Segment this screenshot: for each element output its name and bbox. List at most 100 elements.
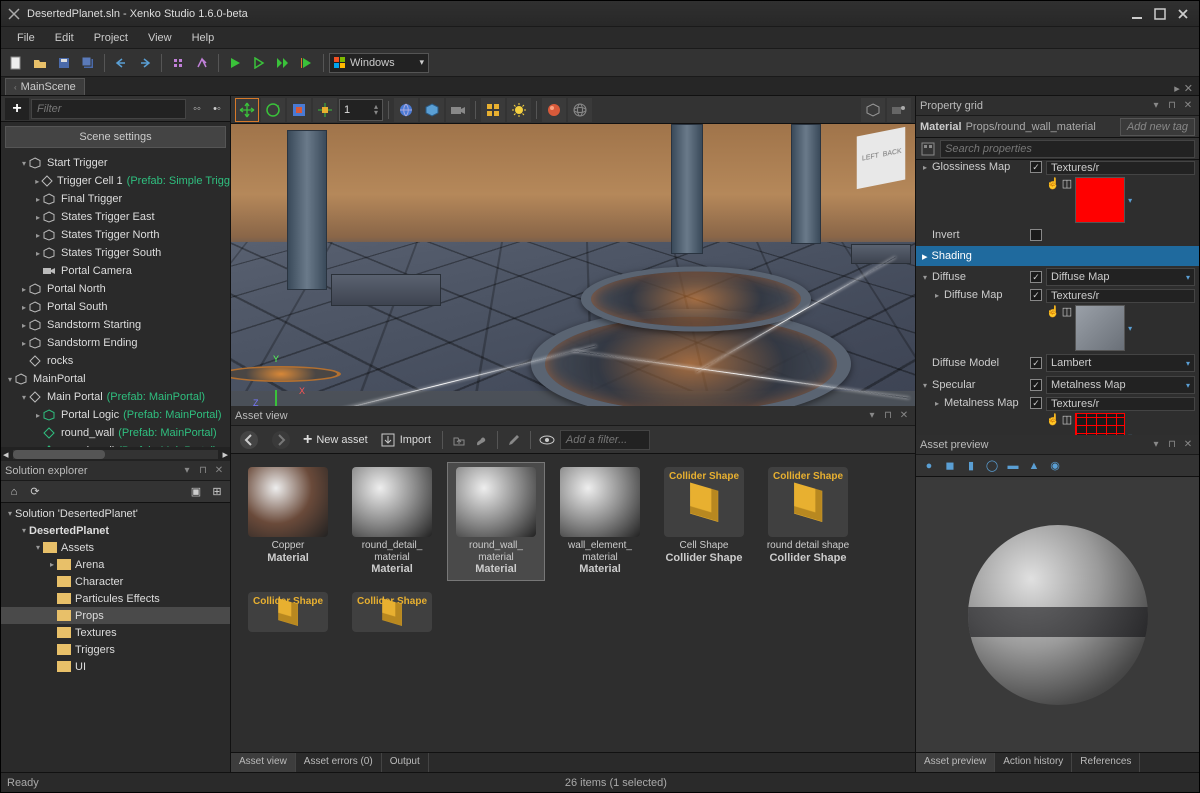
solution-explorer-tree[interactable]: ▾Solution 'DesertedPlanet'▾DesertedPlane… xyxy=(1,503,230,772)
scene-tab[interactable]: ‹ MainScene xyxy=(5,78,85,95)
solution-explorer-item[interactable]: ▾DesertedPlanet xyxy=(1,522,230,539)
solution-explorer-item[interactable]: ▸Arena xyxy=(1,556,230,573)
tab-overflow-icon[interactable]: ▸ xyxy=(1174,82,1180,95)
expand-all-icon[interactable]: ◦◦ xyxy=(188,100,206,118)
collapse-all-icon[interactable]: •◦ xyxy=(208,100,226,118)
hierarchy-item[interactable]: ▸States Trigger North xyxy=(1,226,230,244)
asset-item[interactable]: Collider Shape xyxy=(239,587,337,637)
asset-filter-input[interactable]: Add a filter... xyxy=(560,430,650,450)
rotate-gizmo-icon[interactable] xyxy=(261,98,285,122)
diffuse-swatch[interactable] xyxy=(1075,305,1125,351)
panel-pin-icon[interactable]: ⊓ xyxy=(1165,438,1179,452)
prop-specular-check[interactable]: ✓ xyxy=(1030,379,1042,391)
translate-gizmo-icon[interactable] xyxy=(235,98,259,122)
undo-icon[interactable] xyxy=(110,52,132,74)
solution-explorer-item[interactable]: ▾Assets xyxy=(1,539,230,556)
glossiness-swatch[interactable] xyxy=(1075,177,1125,223)
hierarchy-tree[interactable]: ▾Start Trigger▸Trigger Cell 1(Prefab: Si… xyxy=(1,152,230,447)
asset-back-button[interactable] xyxy=(235,429,263,451)
minimize-button[interactable] xyxy=(1127,6,1147,22)
tab-action-history[interactable]: Action history xyxy=(995,753,1072,772)
add-entity-button[interactable]: + xyxy=(5,98,29,120)
hierarchy-item[interactable]: Portal Camera xyxy=(1,262,230,280)
tab-asset-errors[interactable]: Asset errors (0) xyxy=(296,753,382,772)
preview-cylinder-icon[interactable]: ▮ xyxy=(962,457,980,475)
prop-diffusemap-check[interactable]: ✓ xyxy=(1030,289,1042,301)
scale-gizmo-icon[interactable] xyxy=(287,98,311,122)
prop-metalness-check[interactable]: ✓ xyxy=(1030,397,1042,409)
hand-icon[interactable]: ☝ xyxy=(1046,305,1060,318)
orientation-cube[interactable]: LEFT BACK xyxy=(857,127,905,189)
grid-icon[interactable] xyxy=(481,98,505,122)
preview-torus-icon[interactable]: ◯ xyxy=(983,457,1001,475)
asset-folder-up-icon[interactable] xyxy=(450,431,468,449)
panel-dropdown-icon[interactable]: ▾ xyxy=(180,464,194,478)
se-home-icon[interactable]: ⌂ xyxy=(5,483,23,501)
eraser-icon[interactable]: ◫ xyxy=(1062,177,1072,190)
play-live-icon[interactable] xyxy=(296,52,318,74)
asset-item[interactable]: CopperMaterial xyxy=(239,462,337,581)
tab-asset-preview[interactable]: Asset preview xyxy=(916,753,995,772)
platform-select[interactable]: Windows ▾ xyxy=(329,53,429,73)
play-icon[interactable] xyxy=(224,52,246,74)
panel-dropdown-icon[interactable]: ▾ xyxy=(1149,99,1163,113)
property-search-input[interactable]: Search properties xyxy=(940,140,1195,158)
asset-forward-button[interactable] xyxy=(267,429,295,451)
hierarchy-filter-input[interactable]: Filter xyxy=(31,99,186,119)
snap-icon[interactable] xyxy=(313,98,337,122)
fast-forward-icon[interactable] xyxy=(272,52,294,74)
prop-diffusemap-value[interactable]: Textures/r xyxy=(1046,289,1195,303)
asset-paint-icon[interactable] xyxy=(472,431,490,449)
hierarchy-item[interactable]: ▸Trigger Cell 1(Prefab: Simple Trigg xyxy=(1,172,230,190)
preview-plane-icon[interactable]: ▬ xyxy=(1004,457,1022,475)
shading-section-header[interactable]: ▸Shading xyxy=(916,246,1199,266)
redo-icon[interactable] xyxy=(134,52,156,74)
solution-explorer-item[interactable]: UI xyxy=(1,658,230,675)
tab-asset-view[interactable]: Asset view xyxy=(231,753,296,772)
solution-explorer-item[interactable]: Particules Effects xyxy=(1,590,230,607)
hierarchy-item[interactable]: ▾Main Portal(Prefab: MainPortal) xyxy=(1,388,230,406)
metalness-swatch[interactable] xyxy=(1075,413,1125,435)
wireframe-icon[interactable] xyxy=(568,98,592,122)
property-category-icon[interactable] xyxy=(920,141,936,157)
preview-teapot-icon[interactable]: ◉ xyxy=(1046,457,1064,475)
play-no-debug-icon[interactable] xyxy=(248,52,270,74)
hierarchy-item[interactable]: ▸Portal Logic(Prefab: MainPortal) xyxy=(1,406,230,424)
asset-item[interactable]: Collider Shape xyxy=(343,587,441,637)
hierarchy-item[interactable]: ▸Sandstorm Starting xyxy=(1,316,230,334)
prop-glossiness-check[interactable]: ✓ xyxy=(1030,161,1042,173)
new-asset-button[interactable]: +New asset xyxy=(299,429,372,451)
menu-file[interactable]: File xyxy=(7,30,45,46)
prop-diffusemodel-check[interactable]: ✓ xyxy=(1030,357,1042,369)
hierarchy-item[interactable]: ▸States Trigger East xyxy=(1,208,230,226)
hierarchy-item[interactable]: ▸Portal South xyxy=(1,298,230,316)
camera-preview-icon[interactable] xyxy=(887,98,911,122)
camera-world-icon[interactable] xyxy=(394,98,418,122)
panel-dropdown-icon[interactable]: ▾ xyxy=(1149,438,1163,452)
hierarchy-item[interactable]: ▸Portal North xyxy=(1,280,230,298)
add-tag-button[interactable]: Add new tag xyxy=(1120,118,1195,136)
tab-output[interactable]: Output xyxy=(382,753,429,772)
prop-metalness-value[interactable]: Textures/r xyxy=(1046,397,1195,411)
prop-glossiness-value[interactable]: Textures/r xyxy=(1046,161,1195,175)
panel-close-icon[interactable]: ✕ xyxy=(897,409,911,423)
prop-diffuse-value[interactable]: Diffuse Map▾ xyxy=(1046,268,1195,286)
scene-viewport[interactable]: Y X Z LEFT BACK xyxy=(231,124,915,406)
chevron-down-icon[interactable]: ▾ xyxy=(1128,196,1132,205)
render-mode-icon[interactable] xyxy=(420,98,444,122)
hierarchy-h-scrollbar[interactable]: ◂▸ xyxy=(1,447,230,461)
solution-explorer-item[interactable]: Props xyxy=(1,607,230,624)
chevron-down-icon[interactable]: ▾ xyxy=(1128,324,1132,333)
menu-project[interactable]: Project xyxy=(84,30,138,46)
hierarchy-item[interactable]: ▾Start Trigger xyxy=(1,154,230,172)
scene-settings-button[interactable]: Scene settings xyxy=(5,126,226,148)
tab-references[interactable]: References xyxy=(1072,753,1140,772)
menu-edit[interactable]: Edit xyxy=(45,30,84,46)
asset-edit-icon[interactable] xyxy=(505,431,523,449)
preview-sphere-icon[interactable]: ● xyxy=(920,457,938,475)
panel-close-icon[interactable]: ✕ xyxy=(1181,99,1195,113)
hierarchy-item[interactable]: ▸Sandstorm Ending xyxy=(1,334,230,352)
panel-dropdown-icon[interactable]: ▾ xyxy=(865,409,879,423)
hierarchy-item[interactable]: rocks xyxy=(1,352,230,370)
asset-item[interactable]: round_wall_materialMaterial xyxy=(447,462,545,581)
